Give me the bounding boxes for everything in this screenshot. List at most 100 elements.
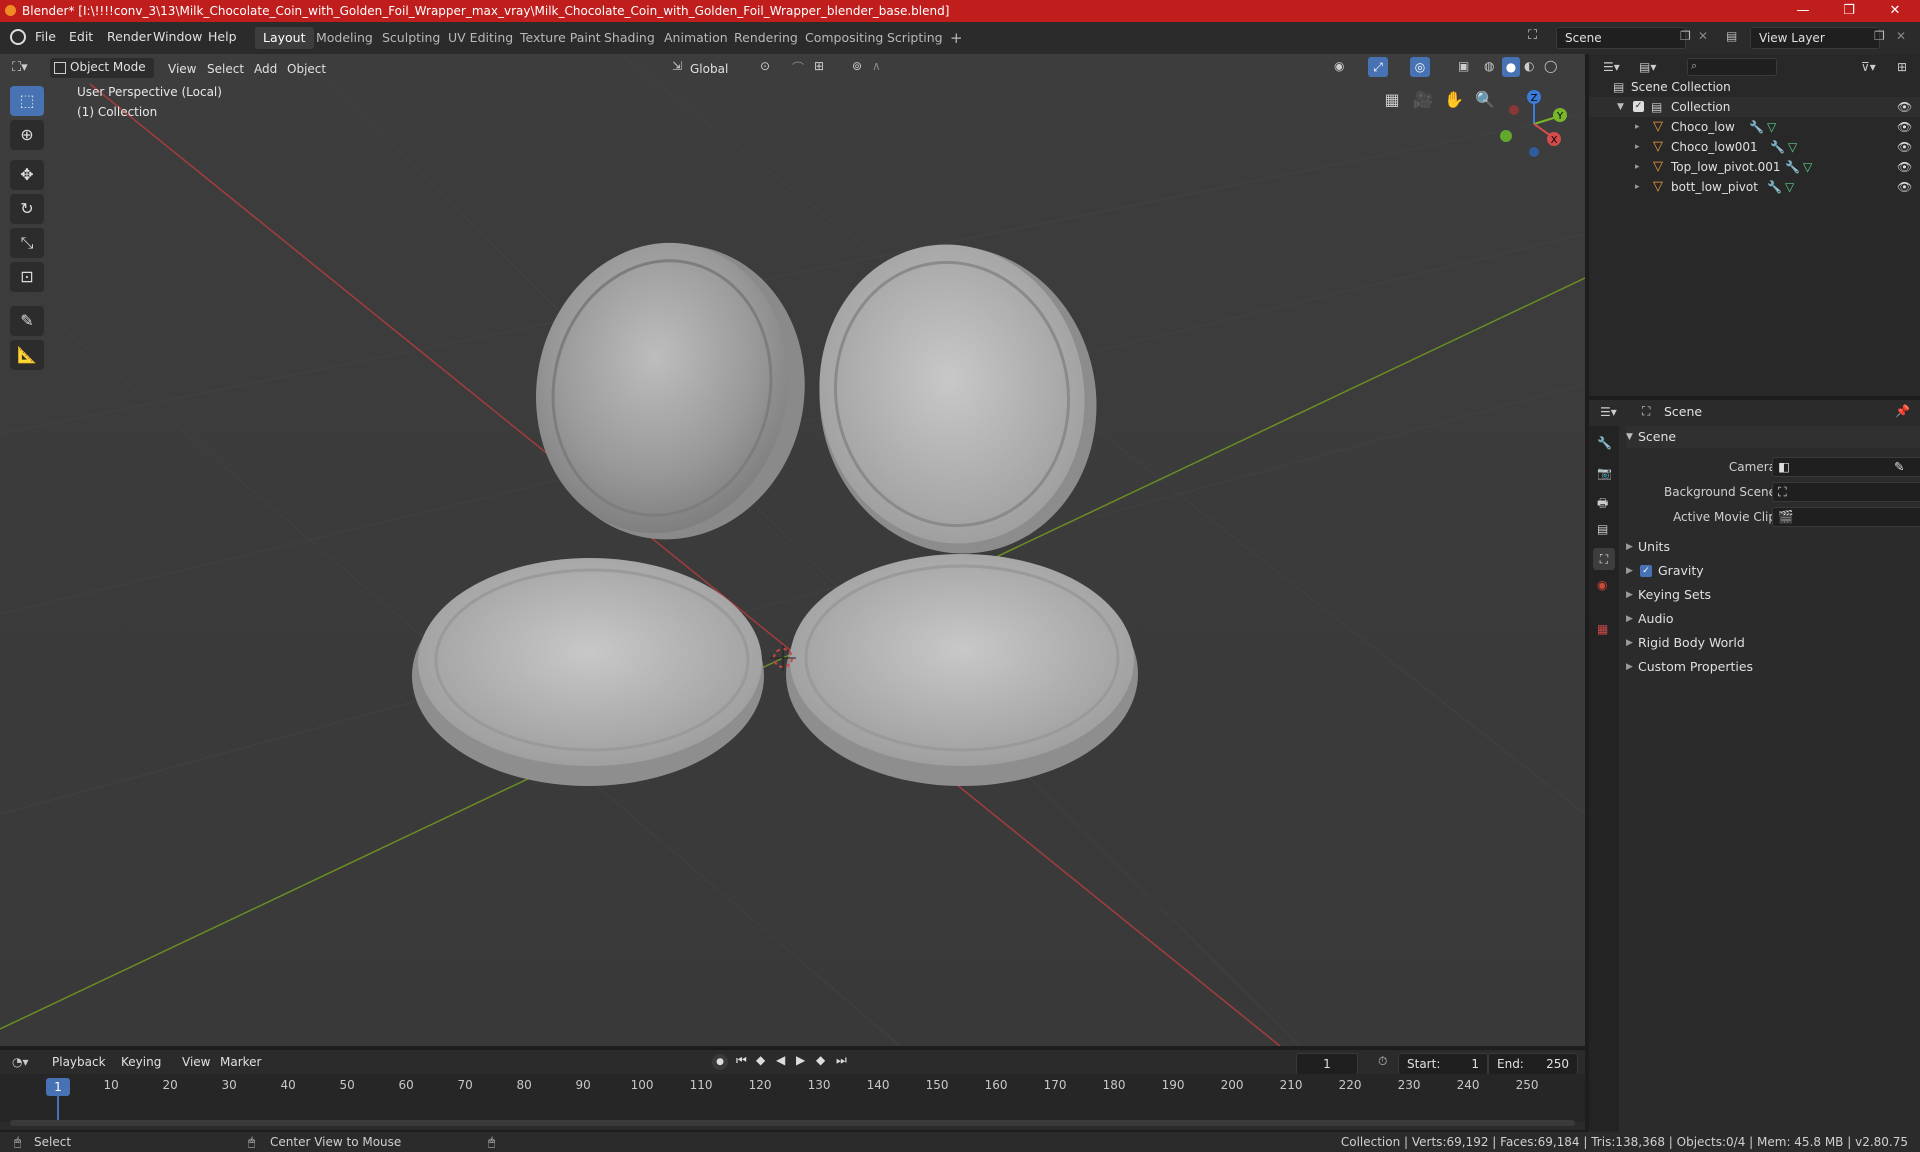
xray-icon[interactable]: ▣ [1458, 59, 1469, 73]
menu-view[interactable]: View [168, 59, 196, 79]
expand-object-icon[interactable]: ▸ [1635, 137, 1640, 157]
snap-icon[interactable]: ⌒ [792, 59, 804, 76]
expand-object-icon[interactable]: ▸ [1635, 177, 1640, 197]
menu-render[interactable]: Render [107, 29, 152, 44]
minimize-button[interactable]: — [1780, 0, 1826, 22]
jump-start-icon[interactable]: ⏮ [736, 1053, 747, 1068]
render-tab-icon[interactable]: 📷 [1597, 466, 1612, 480]
modifier-wrench-icon[interactable]: 🔧 [1749, 117, 1764, 137]
gravity-checkbox[interactable]: ✓ [1640, 565, 1652, 577]
outliner-search-input[interactable] [1687, 58, 1777, 76]
new-view-layer-icon[interactable]: ❐ [1874, 29, 1885, 43]
tab-animation[interactable]: Animation [656, 27, 736, 49]
scale-tool[interactable]: ⤡ [10, 228, 44, 258]
timeline-view-menu[interactable]: View [182, 1055, 210, 1069]
tab-compositing[interactable]: Compositing [797, 27, 891, 49]
tab-rendering[interactable]: Rendering [726, 27, 806, 49]
editor-type-icon[interactable]: ⛶▾ [12, 60, 28, 75]
keying-menu[interactable]: Keying [121, 1055, 161, 1069]
marker-menu[interactable]: Marker [220, 1055, 261, 1069]
scene-panel-header[interactable]: ▼ Scene [1626, 426, 1920, 448]
stopwatch-icon[interactable]: ⏱ [1378, 1054, 1387, 1069]
menu-edit[interactable]: Edit [69, 29, 93, 44]
timeline-editor-icon[interactable]: ◔▾ [12, 1055, 29, 1069]
select-box-tool[interactable]: ⬚ [10, 86, 44, 116]
3d-viewport[interactable] [0, 54, 1585, 1046]
jump-keyframe-forward-icon[interactable]: ◆ [816, 1053, 825, 1067]
playhead-frame-indicator[interactable]: 1 [46, 1078, 70, 1096]
add-workspace-button[interactable]: + [942, 27, 971, 49]
rendered-shading-icon[interactable]: ◯ [1544, 59, 1557, 73]
world-tab-icon[interactable]: ◉ [1597, 578, 1607, 592]
delete-scene-icon[interactable]: ✕ [1698, 29, 1708, 43]
current-frame-field[interactable]: 1 [1296, 1053, 1358, 1075]
overlay-toggle-icon[interactable]: ◎ [1410, 57, 1430, 77]
audio-section[interactable]: ▶ Audio [1626, 608, 1920, 630]
outliner-row-collection[interactable]: ▼ ✓ ▤ Collection 👁 [1589, 97, 1920, 117]
display-mode-icon[interactable]: ▤▾ [1639, 60, 1656, 74]
delete-view-layer-icon[interactable]: ✕ [1896, 29, 1906, 43]
annotate-tool[interactable]: ✎ [10, 306, 44, 336]
rotate-tool[interactable]: ↻ [10, 194, 44, 224]
texture-tab-icon[interactable]: ▦ [1597, 622, 1608, 636]
collection-checkbox[interactable]: ✓ [1633, 101, 1644, 112]
outliner-row-object[interactable]: ▸ ▽ Choco_low 🔧 ▽ 👁 [1589, 117, 1920, 137]
visibility-icon[interactable]: ◉ [1334, 59, 1344, 73]
outliner-row-scene-collection[interactable]: ▤ Scene Collection [1589, 77, 1920, 97]
end-frame-field[interactable]: End: 250 [1488, 1053, 1578, 1075]
outliner-row-object[interactable]: ▸ ▽ bott_low_pivot 🔧 ▽ 👁 [1589, 177, 1920, 197]
eye-icon[interactable]: 👁 [1897, 140, 1912, 154]
background-scene-field[interactable] [1772, 482, 1920, 502]
tab-uv-editing[interactable]: UV Editing [440, 27, 521, 49]
scene-selector-icon[interactable]: ⛶ [1528, 28, 1537, 43]
menu-object[interactable]: Object [287, 59, 326, 79]
play-reverse-icon[interactable]: ◀ [776, 1053, 785, 1067]
properties-editor-icon[interactable]: ☰▾ [1600, 405, 1617, 419]
custom-properties-section[interactable]: ▶ Custom Properties [1626, 656, 1920, 678]
scene-tab-icon[interactable]: ⛶ [1593, 548, 1615, 570]
expand-collection-icon[interactable]: ▼ [1617, 97, 1624, 117]
eye-icon[interactable]: 👁 [1897, 120, 1912, 134]
mesh-data-icon[interactable]: ▽ [1788, 137, 1797, 157]
scene-field[interactable]: Scene [1556, 27, 1686, 49]
tab-sculpting[interactable]: Sculpting [374, 27, 448, 49]
solid-shading-icon[interactable]: ● [1502, 57, 1520, 77]
toggle-camera-view-icon[interactable]: ▦ [1378, 86, 1406, 114]
modifier-wrench-icon[interactable]: 🔧 [1770, 137, 1785, 157]
pivot-point-icon[interactable]: ⊙ [760, 59, 770, 73]
measure-tool[interactable]: 📐 [10, 340, 44, 370]
eyedropper-icon[interactable]: ✎ [1894, 456, 1904, 478]
menu-window[interactable]: Window [153, 29, 202, 44]
outliner-editor-icon[interactable]: ☰▾ [1603, 60, 1620, 74]
close-button[interactable]: ✕ [1872, 0, 1918, 22]
units-section[interactable]: ▶ Units [1626, 536, 1920, 558]
blender-menu-icon[interactable] [10, 29, 26, 45]
tab-scripting[interactable]: Scripting [879, 27, 951, 49]
record-icon[interactable]: ● [712, 1054, 728, 1070]
filter-icon[interactable]: ⊽▾ [1861, 60, 1876, 74]
timeline-scrollbar[interactable] [10, 1120, 1575, 1126]
mesh-data-icon[interactable]: ▽ [1767, 117, 1776, 137]
eye-icon[interactable]: 👁 [1897, 100, 1912, 114]
keying-sets-section[interactable]: ▶ Keying Sets [1626, 584, 1920, 606]
tab-layout[interactable]: Layout [255, 27, 314, 49]
menu-file[interactable]: File [35, 29, 56, 44]
move-tool[interactable]: ✥ [10, 160, 44, 190]
outliner-row-object[interactable]: ▸ ▽ Choco_low001 🔧 ▽ 👁 [1589, 137, 1920, 157]
active-movie-clip-field[interactable] [1772, 507, 1920, 527]
mode-dropdown[interactable]: Object Mode [50, 58, 154, 78]
start-frame-field[interactable]: Start: 1 [1398, 1053, 1488, 1075]
rigid-body-world-section[interactable]: ▶ Rigid Body World [1626, 632, 1920, 654]
modifier-wrench-icon[interactable]: 🔧 [1785, 157, 1800, 177]
tab-shading[interactable]: Shading [596, 27, 663, 49]
cursor-tool[interactable]: ⊕ [10, 120, 44, 150]
gizmo-toggle-icon[interactable]: ⤢ [1368, 57, 1388, 77]
falloff-icon[interactable]: ∧ [872, 59, 881, 73]
menu-add[interactable]: Add [254, 59, 277, 79]
orientation-dropdown[interactable]: Global [690, 59, 728, 79]
tab-modeling[interactable]: Modeling [308, 27, 381, 49]
wireframe-shading-icon[interactable]: ◍ [1484, 59, 1494, 73]
camera-icon[interactable]: 🎥 [1409, 86, 1437, 114]
menu-select[interactable]: Select [207, 59, 244, 79]
eye-icon[interactable]: 👁 [1897, 180, 1912, 194]
